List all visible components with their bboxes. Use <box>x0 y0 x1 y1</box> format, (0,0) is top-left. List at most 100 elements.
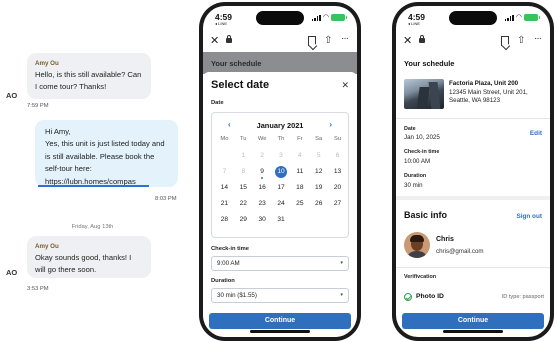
calendar-day[interactable]: 29 <box>234 214 253 225</box>
calendar-day[interactable]: 28 <box>215 214 234 225</box>
divider <box>396 118 550 119</box>
lock-icon <box>419 35 425 43</box>
phone-frame-schedule: 4:59 ◂ LINE ◠ ✕ ⇧ ··· Your schedule Fact… <box>392 2 554 341</box>
duration-value: 30 min ($1.55) <box>217 292 257 299</box>
calendar-day[interactable]: 16 <box>253 182 272 193</box>
wifi-icon: ◠ <box>515 14 522 21</box>
photo-id-label: Photo ID <box>416 293 444 300</box>
calendar-day[interactable]: 30 <box>253 214 272 225</box>
message-sender: Amy Ou <box>35 60 59 67</box>
calendar-day-selected[interactable]: 10 <box>272 166 291 178</box>
calendar-empty-cell <box>215 150 234 161</box>
weekday-header: Fr <box>297 136 303 142</box>
calendar-day[interactable]: 12 <box>309 166 328 177</box>
calendar-day: 1 <box>241 152 246 159</box>
continue-button[interactable]: Continue <box>402 313 544 329</box>
calendar-day[interactable]: 31 <box>272 214 291 225</box>
next-month-icon[interactable]: › <box>329 120 332 129</box>
calendar-day[interactable]: 15 <box>234 182 253 193</box>
duration-select[interactable]: 30 min ($1.55) ▾ <box>211 288 349 303</box>
bookmark-icon[interactable] <box>308 36 316 46</box>
date-label: Date <box>211 100 224 106</box>
divider <box>396 267 550 268</box>
weekday-header: We <box>257 136 267 142</box>
weekday-header: Su <box>334 136 342 142</box>
chat-panel: Amy Ou Hello, is this still available? C… <box>0 0 185 341</box>
calendar-day[interactable]: 14 <box>215 182 234 193</box>
checkin-value: 10:00 AM <box>404 158 431 165</box>
calendar-day[interactable]: 25 <box>290 198 309 209</box>
dynamic-island <box>449 11 497 25</box>
edit-button[interactable]: Edit <box>530 130 542 137</box>
signal-icon <box>504 14 514 21</box>
schedule-title: Your schedule <box>404 59 455 68</box>
calendar-day[interactable]: 27 <box>328 198 347 209</box>
calendar-day[interactable]: 22 <box>234 198 253 209</box>
close-icon[interactable]: ✕ <box>210 34 219 47</box>
duration-label: Duration <box>404 173 427 179</box>
chevron-down-icon: ▾ <box>340 260 343 266</box>
message-timestamp: 3:53 PM <box>27 286 49 292</box>
calendar-day: 8 <box>241 168 246 175</box>
calendar-day[interactable]: 9 <box>253 166 272 179</box>
weekday-header: Mo <box>220 136 229 142</box>
message-bubble-incoming: Amy Ou Okay sounds good, thanks! I will … <box>27 236 151 278</box>
calendar-day[interactable]: 26 <box>309 198 328 209</box>
calendar-day[interactable]: 21 <box>215 198 234 209</box>
user-name: Chris <box>436 236 454 243</box>
date-label: Date <box>404 126 416 132</box>
calendar-day[interactable]: 13 <box>328 166 347 177</box>
calendar-month: January 2021 <box>256 121 304 130</box>
share-icon[interactable]: ⇧ <box>517 35 525 46</box>
property-image <box>404 79 444 109</box>
message-timestamp: 8:03 PM <box>155 196 177 202</box>
day-separator: Friday, Aug 13th <box>71 224 114 230</box>
continue-button[interactable]: Continue <box>209 313 351 329</box>
date-value: Jan 10, 2025 <box>404 134 440 141</box>
id-type-value: ID type: passport <box>501 294 544 300</box>
weekday-header: Th <box>277 136 285 142</box>
message-sender: Amy Ou <box>35 243 59 250</box>
calendar-day[interactable]: 18 <box>290 182 309 193</box>
calendar-day[interactable]: 24 <box>272 198 291 209</box>
message-bubble-outgoing: Hi Amy, Yes, this unit is just listed to… <box>35 120 178 187</box>
more-icon[interactable]: ··· <box>534 33 542 44</box>
checkin-time-select[interactable]: 9:00 AM ▾ <box>211 256 349 271</box>
checkin-label: Check-in time <box>404 149 440 155</box>
message-text: Hello, is this still available? Can I co… <box>35 70 142 92</box>
checkin-time-value: 9:00 AM <box>217 260 240 267</box>
phone-frame-select-date: 4:59 ◂ LINE ◠ ✕ ⇧ ··· Your schedule Sele… <box>199 2 361 341</box>
calendar-day: 4 <box>298 152 302 159</box>
browser-toolbar: ✕ ⇧ ··· <box>396 32 550 52</box>
sign-out-button[interactable]: Sign out <box>516 213 542 220</box>
calendar: ‹ January 2021 › Mo Tu We Th Fr Sa Su 1 2 3 4 5 6 7 8 9… <box>211 112 349 238</box>
checkin-label: Check-in time <box>211 246 250 252</box>
backdrop-title: Your schedule <box>211 59 262 68</box>
close-icon[interactable]: ✕ <box>403 34 412 47</box>
property-name: Factoria Plaza, Unit 200 <box>449 80 519 87</box>
calendar-day[interactable]: 19 <box>309 182 328 193</box>
close-icon[interactable]: ✕ <box>341 80 349 91</box>
phone-screen: 4:59 ◂ LINE ◠ ✕ ⇧ ··· Your schedule Sele… <box>203 6 357 337</box>
weekday-header: Tu <box>239 136 247 142</box>
browser-toolbar: ✕ ⇧ ··· <box>203 32 357 52</box>
select-date-sheet: Select date ✕ Date ‹ January 2021 › Mo Tu… <box>203 72 357 337</box>
more-icon[interactable]: ··· <box>341 33 349 44</box>
check-circle-icon <box>404 293 412 301</box>
home-indicator <box>250 330 310 333</box>
calendar-day[interactable]: 20 <box>328 182 347 193</box>
message-timestamp: 7:59 PM <box>27 103 49 109</box>
calendar-day[interactable]: 11 <box>290 166 309 177</box>
calendar-day: 6 <box>335 152 340 159</box>
calendar-day[interactable]: 23 <box>253 198 272 209</box>
dimmed-backdrop: Your schedule <box>203 52 357 74</box>
battery-icon <box>331 14 347 21</box>
battery-icon <box>524 14 540 21</box>
basic-info-heading: Basic info <box>404 210 448 220</box>
section-divider <box>396 196 550 200</box>
calendar-day: 2 <box>260 152 264 159</box>
calendar-day[interactable]: 17 <box>272 182 291 193</box>
avatar-hair <box>410 235 424 242</box>
bookmark-icon[interactable] <box>501 36 509 46</box>
share-icon[interactable]: ⇧ <box>324 35 332 46</box>
